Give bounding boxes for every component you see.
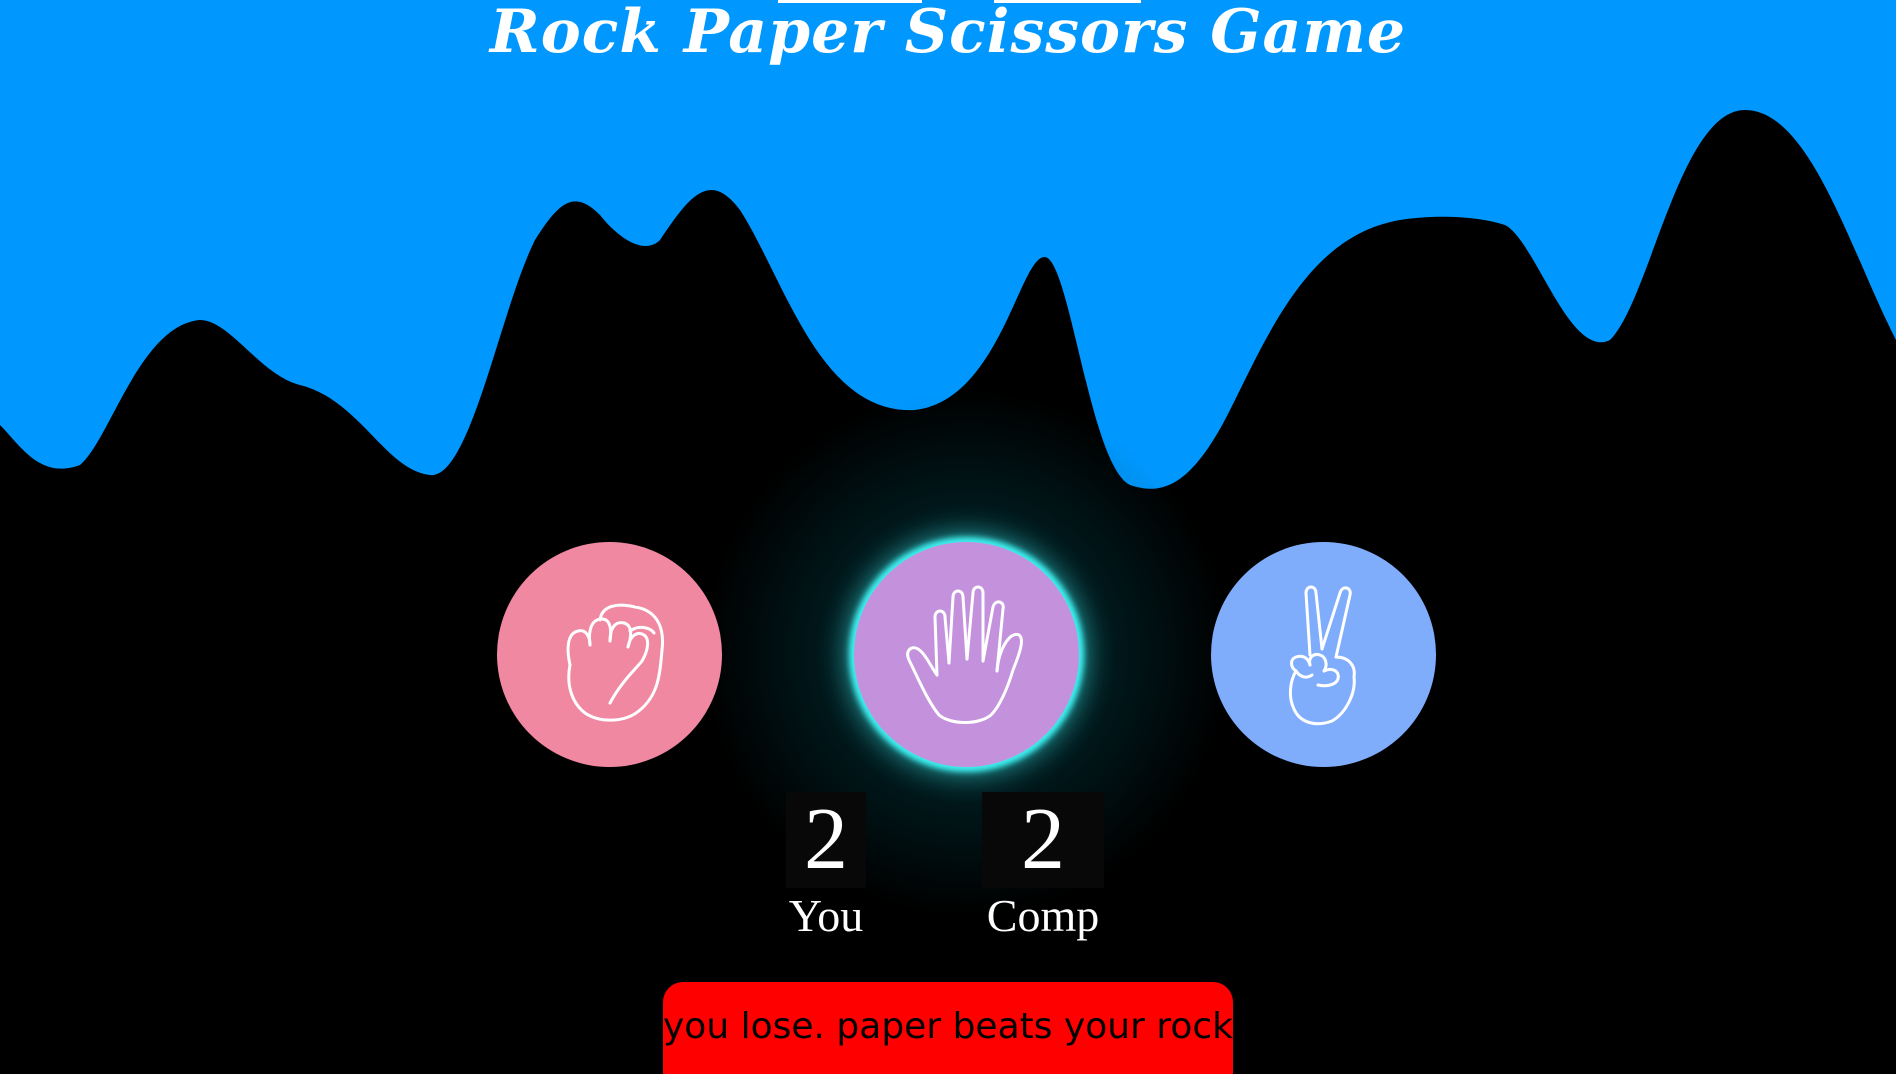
- peace-hand-icon: [1288, 585, 1356, 725]
- fist-icon: [566, 603, 664, 722]
- rock-button[interactable]: [497, 542, 722, 767]
- comp-score-label: Comp: [986, 890, 1100, 941]
- comp-score-box: 2 Comp: [982, 792, 1104, 944]
- result-message: you lose. paper beats your rock: [663, 982, 1233, 1074]
- user-score-label: You: [788, 890, 864, 941]
- open-hand-icon: [905, 585, 1023, 724]
- scissors-button[interactable]: [1211, 542, 1436, 767]
- user-score-box: 2 You: [786, 792, 866, 944]
- page-title: Rock Paper Scissors Game: [489, 0, 1407, 67]
- game-page: Rock Paper Scissors Game 2 You 2 Comp yo…: [0, 0, 1896, 1074]
- paper-button[interactable]: [854, 542, 1079, 767]
- user-score: 2: [786, 792, 866, 888]
- comp-score: 2: [982, 792, 1104, 888]
